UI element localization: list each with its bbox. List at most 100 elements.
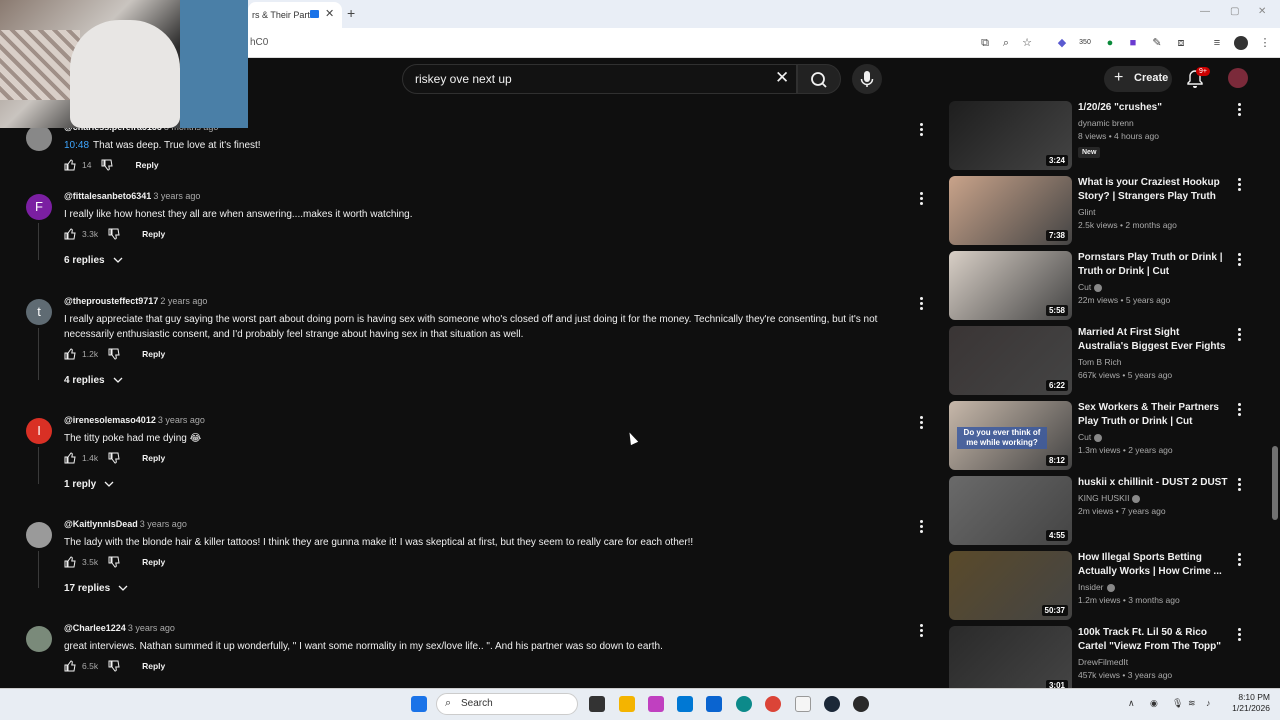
comment-date[interactable]: 3 years ago — [128, 623, 175, 633]
account-avatar[interactable] — [1228, 68, 1248, 88]
maximize-icon[interactable]: ▢ — [1230, 6, 1239, 17]
video-menu-icon[interactable] — [1237, 253, 1243, 267]
commenter-avatar[interactable]: F — [26, 194, 52, 220]
channel-name[interactable]: Cut — [1078, 282, 1091, 292]
system-clock[interactable]: 8:10 PM 1/21/2026 — [1222, 692, 1270, 714]
file-explorer-icon[interactable] — [619, 696, 635, 712]
window-close-icon[interactable]: ✕ — [1258, 6, 1266, 17]
channel-name[interactable]: dynamic brenn — [1078, 118, 1134, 128]
search-input[interactable]: riskey ove next up — [402, 64, 797, 94]
comment-author[interactable]: @KaitlynnIsDead — [64, 519, 138, 529]
reply-button[interactable]: Reply — [142, 229, 165, 239]
like-icon[interactable] — [64, 348, 76, 360]
recommended-video[interactable]: 5:58 Pornstars Play Truth or Drink | Trut… — [949, 251, 1249, 321]
dislike-icon[interactable] — [101, 159, 114, 171]
video-channel[interactable]: Cut — [1078, 432, 1228, 442]
mic-tray-icon[interactable]: 🎙 — [1172, 698, 1183, 709]
volume-icon[interactable]: ♪ — [1206, 698, 1211, 708]
view-replies-button[interactable]: 1 reply — [64, 479, 114, 490]
extension-green-icon[interactable]: ● — [1103, 36, 1117, 50]
comment-author[interactable]: @fittalesanbeto6341 — [64, 191, 151, 201]
view-replies-button[interactable]: 6 replies — [64, 255, 123, 266]
commenter-avatar[interactable]: t — [26, 299, 52, 325]
comment-menu-icon[interactable] — [919, 416, 925, 430]
extension-icon[interactable]: ◆ — [1055, 36, 1069, 50]
video-thumbnail[interactable]: 4:55 — [949, 476, 1072, 545]
video-thumbnail[interactable]: 6:22 — [949, 326, 1072, 395]
dislike-icon[interactable] — [108, 228, 120, 240]
video-channel[interactable]: Tom B Rich — [1078, 357, 1228, 367]
video-menu-icon[interactable] — [1237, 178, 1243, 192]
dislike-icon[interactable] — [108, 556, 120, 568]
chrome-icon[interactable] — [765, 696, 781, 712]
cast-icon[interactable]: ⧉ — [978, 36, 992, 50]
voice-search-button[interactable] — [852, 64, 882, 94]
reply-button[interactable]: Reply — [142, 661, 165, 671]
video-thumbnail[interactable]: 7:38 — [949, 176, 1072, 245]
comment-timestamp-link[interactable]: 10:48 — [64, 140, 89, 151]
recommended-video[interactable]: 50:37 How Illegal Sports Betting Actually… — [949, 551, 1249, 621]
recommended-video[interactable]: Do you ever think of me while working? 8:… — [949, 401, 1249, 471]
video-channel[interactable]: Insider — [1078, 582, 1228, 592]
new-tab-button[interactable]: + — [347, 5, 355, 21]
outlook-icon[interactable] — [706, 696, 722, 712]
channel-name[interactable]: DrewFilmedIt — [1078, 657, 1128, 667]
video-title[interactable]: 1/20/26 "crushes" — [1078, 101, 1228, 115]
zoom-icon[interactable]: ⌕ — [999, 36, 1013, 50]
dislike-icon[interactable] — [108, 348, 120, 360]
notepad-icon[interactable] — [795, 696, 811, 712]
comment-author[interactable]: @irenesolemaso4012 — [64, 415, 156, 425]
recommended-video[interactable]: 3:24 1/20/26 "crushes" dynamic brenn 8 view… — [949, 101, 1249, 171]
extension-pen-icon[interactable]: ✎ — [1150, 36, 1164, 50]
steam-icon[interactable] — [824, 696, 840, 712]
channel-name[interactable]: Insider — [1078, 582, 1104, 592]
video-title[interactable]: Pornstars Play Truth or Drink | Truth or… — [1078, 251, 1228, 279]
minimize-icon[interactable]: — — [1200, 6, 1210, 17]
commenter-avatar[interactable]: I — [26, 418, 52, 444]
comment-menu-icon[interactable] — [919, 297, 925, 311]
video-title[interactable]: Sex Workers & Their Partners Play Truth … — [1078, 401, 1228, 429]
search-button[interactable] — [797, 64, 841, 94]
network-icon[interactable]: ◉ — [1150, 698, 1158, 709]
video-channel[interactable]: Glint — [1078, 207, 1228, 217]
clear-search-icon[interactable]: ✕ — [775, 68, 789, 88]
channel-name[interactable]: Tom B Rich — [1078, 357, 1121, 367]
edge-icon[interactable] — [736, 696, 752, 712]
video-thumbnail[interactable]: 3:24 — [949, 101, 1072, 170]
comment-date[interactable]: 3 years ago — [153, 191, 200, 201]
like-icon[interactable] — [64, 556, 76, 568]
video-thumbnail[interactable]: 3:01 — [949, 626, 1072, 695]
channel-name[interactable]: KING HUSKII — [1078, 493, 1129, 503]
reply-button[interactable]: Reply — [142, 453, 165, 463]
profile-avatar-icon[interactable] — [1234, 36, 1248, 50]
recommended-video[interactable]: 3:01 100k Track Ft. Lil 50 & Rico Cartel … — [949, 626, 1249, 696]
task-view-icon[interactable] — [589, 696, 605, 712]
video-channel[interactable]: DrewFilmedIt — [1078, 657, 1228, 667]
comment-author[interactable]: @theprousteffect9717 — [64, 296, 158, 306]
channel-name[interactable]: Cut — [1078, 432, 1091, 442]
video-menu-icon[interactable] — [1237, 478, 1243, 492]
video-menu-icon[interactable] — [1237, 328, 1243, 342]
recommended-video[interactable]: 4:55 huskii x chillinit - DUST 2 DUST KING… — [949, 476, 1249, 546]
wifi-icon[interactable]: ≋ — [1188, 698, 1196, 709]
browser-tab[interactable]: rs & Their Partn ✕ — [248, 2, 342, 28]
windows-start-icon[interactable] — [411, 696, 427, 712]
dislike-icon[interactable] — [108, 660, 120, 672]
extension-purple-icon[interactable]: ■ — [1126, 36, 1140, 50]
video-title[interactable]: Married At First Sight Australia's Bigge… — [1078, 326, 1228, 354]
scrollbar-thumb[interactable] — [1272, 446, 1278, 520]
browser-menu-icon[interactable]: ⋮ — [1258, 36, 1272, 50]
recommended-video[interactable]: 6:22 Married At First Sight Australia's B… — [949, 326, 1249, 396]
video-menu-icon[interactable] — [1237, 403, 1243, 417]
dislike-icon[interactable] — [108, 452, 120, 464]
comment-date[interactable]: 3 years ago — [158, 415, 205, 425]
view-replies-button[interactable]: 4 replies — [64, 375, 123, 386]
app-icon[interactable] — [853, 696, 869, 712]
taskbar-search-box[interactable]: ⌕ Search — [436, 693, 578, 715]
reply-button[interactable]: Reply — [142, 349, 165, 359]
video-channel[interactable]: Cut — [1078, 282, 1228, 292]
video-title[interactable]: 100k Track Ft. Lil 50 & Rico Cartel "Vie… — [1078, 626, 1228, 654]
video-thumbnail[interactable]: Do you ever think of me while working? 8:… — [949, 401, 1072, 470]
video-channel[interactable]: KING HUSKII — [1078, 493, 1228, 503]
copilot-icon[interactable] — [648, 696, 664, 712]
